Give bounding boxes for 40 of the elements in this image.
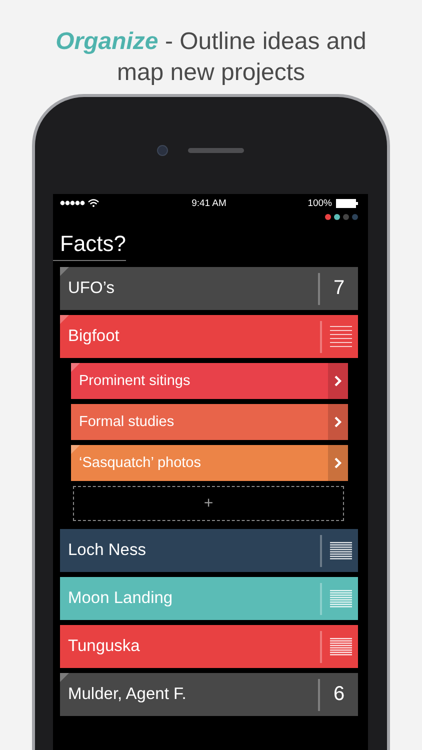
item-label: ‘Sasquatch’ photos [79,455,202,471]
item-label: Formal studies [79,414,176,430]
list-title: Facts? [53,230,126,261]
list-item[interactable]: Tunguska [60,625,358,668]
battery-percent: 100% [308,198,332,208]
color-dot[interactable] [325,214,331,220]
list-item[interactable]: Moon Landing [60,577,358,620]
item-label: Bigfoot [68,327,120,346]
camera-icon [157,145,168,156]
signal-icon [60,200,85,206]
headline: Organize - Outline ideas and map new projects [54,27,368,88]
item-label: UFO’s [68,279,116,298]
open-button[interactable] [328,363,348,399]
sub-item[interactable]: ‘Sasquatch’ photos [71,445,348,481]
item-count: 7 [332,277,346,300]
wifi-icon [88,199,99,207]
list-item[interactable]: UFO’s 7 [60,267,358,310]
sub-item[interactable]: Prominent sitings [71,363,348,399]
battery-icon [336,198,358,208]
speaker-icon [188,148,244,153]
item-label: Tunguska [68,637,141,656]
list-item[interactable]: Bigfoot [60,315,358,358]
color-dot[interactable] [334,214,340,220]
chevron-icon [334,375,342,387]
clock: 9:41 AM [192,198,226,208]
item-label: Prominent sitings [79,373,192,389]
color-dot[interactable] [343,214,349,220]
item-count: 6 [332,683,346,706]
list-item[interactable]: Mulder, Agent F. 6 [60,673,358,716]
list-item[interactable]: Loch Ness [60,529,358,572]
item-label: Loch Ness [68,541,147,560]
open-button[interactable] [328,404,348,440]
add-item-button[interactable]: + [73,486,344,521]
item-label: Mulder, Agent F. [68,685,188,704]
sub-item[interactable]: Formal studies [71,404,348,440]
item-label: Moon Landing [68,589,174,608]
chevron-icon [334,457,342,469]
chevron-icon [334,416,342,428]
open-button[interactable] [328,445,348,481]
color-dot[interactable] [352,214,358,220]
